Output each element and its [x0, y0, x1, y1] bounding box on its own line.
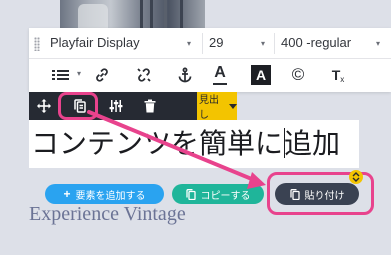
instruction-arrow	[87, 110, 266, 189]
